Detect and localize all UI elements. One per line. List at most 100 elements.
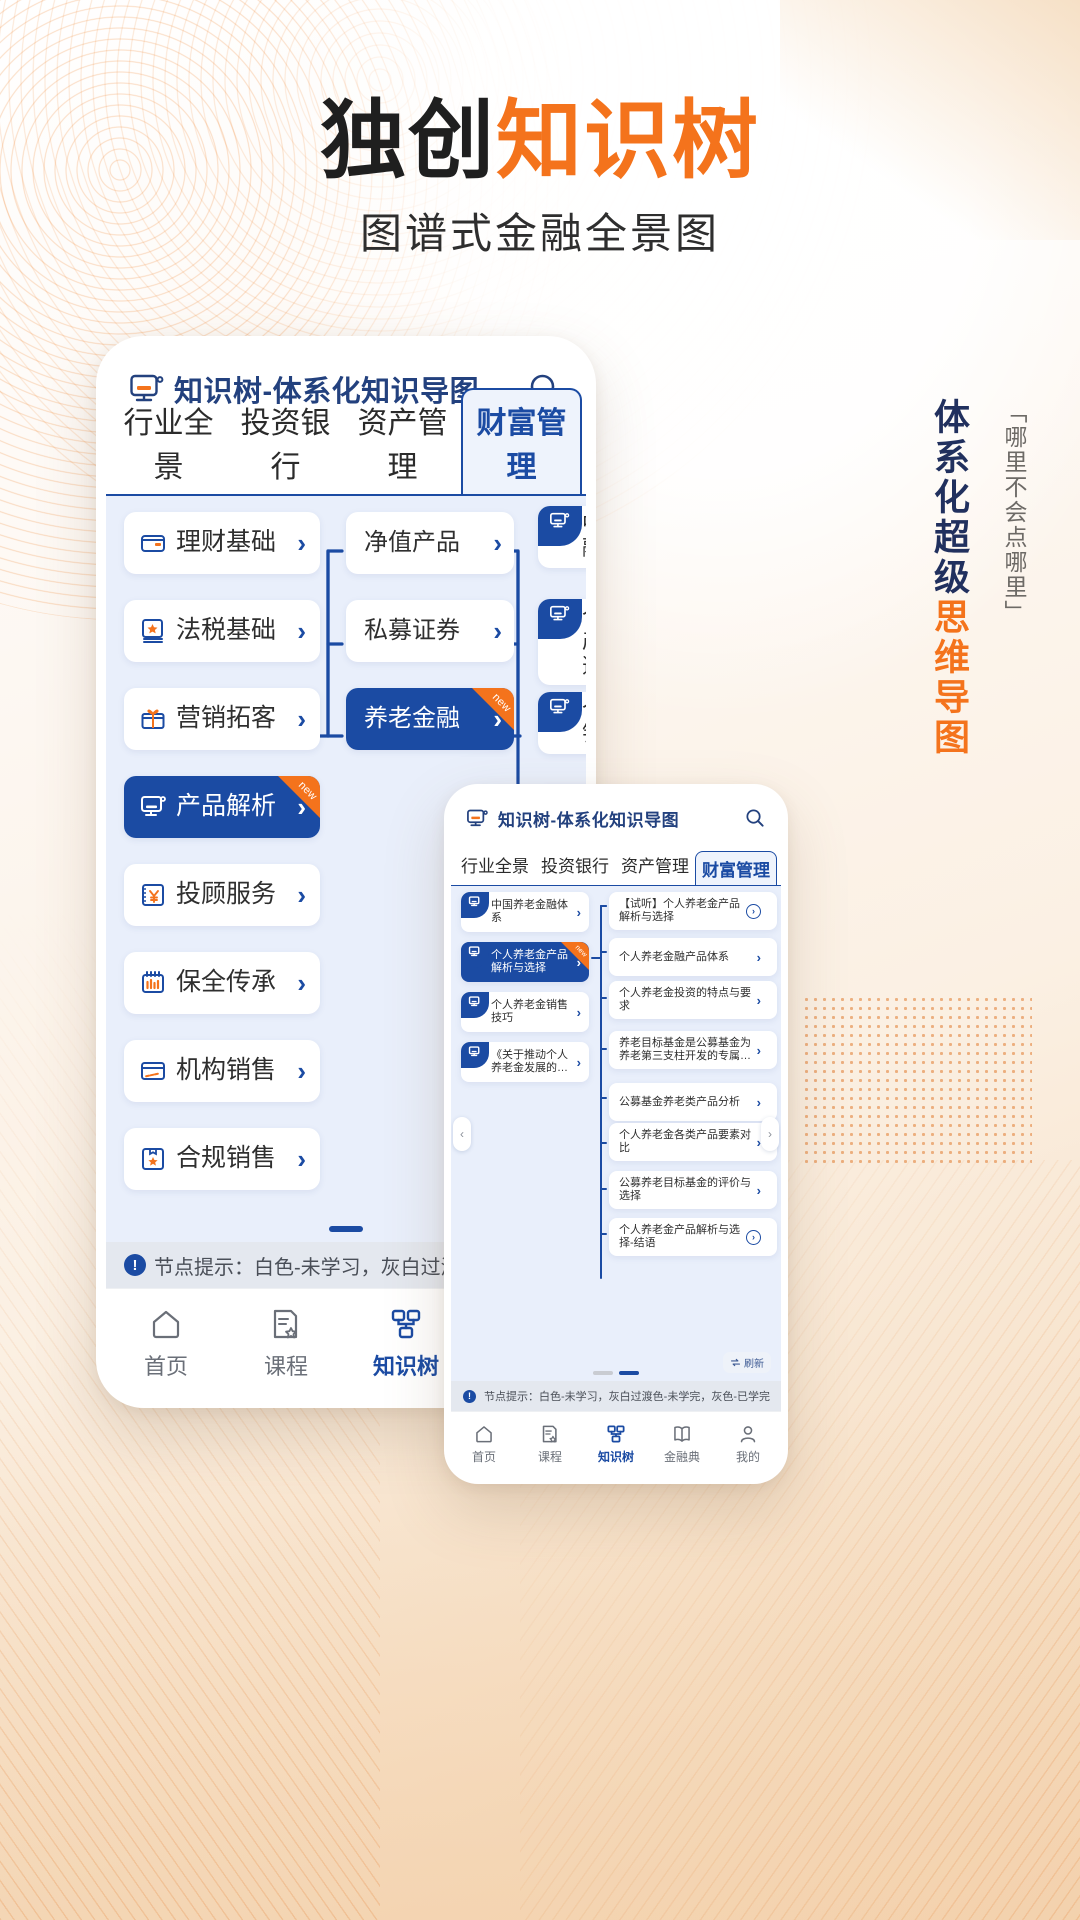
tree-node-financial-basics[interactable]: 理财基础 ›	[124, 512, 320, 574]
refresh-icon	[730, 1357, 741, 1368]
tree-leaf-conclusion[interactable]: 个人养老金产品解析与选择-结语 ›	[609, 1218, 777, 1256]
nav-item-profile[interactable]: 我的	[715, 1424, 781, 1465]
tree-node-institutional-sales[interactable]: 机构销售 ›	[124, 1040, 320, 1102]
new-badge: new	[278, 776, 320, 818]
nav-item-label: 知识树	[372, 1353, 439, 1379]
tree-node-personal-pension-product-analysis[interactable]: 个人养老金产品解析与选择 › new	[461, 942, 589, 982]
tree-node-product-analysis[interactable]: 产品解析 › new	[124, 776, 320, 838]
tab-asset-management[interactable]: 资产管理	[344, 398, 461, 494]
tab-asset-management[interactable]: 资产管理	[615, 852, 695, 885]
tree-leaf-pension-product-system[interactable]: 个人养老金融产品体系 ›	[609, 938, 777, 976]
side-quote: 「哪里不会点哪里」	[1001, 400, 1027, 625]
tree-scroll-left-button[interactable]: ‹	[453, 1116, 471, 1151]
tree-node-advisory-service[interactable]: 投顾服务 ›	[124, 864, 320, 926]
tree-node-net-value-products[interactable]: 净值产品 ›	[346, 512, 514, 574]
tree-node-label: 合规销售	[176, 1144, 277, 1173]
page-dot	[329, 1226, 363, 1232]
card-icon	[140, 1058, 166, 1084]
tab-wealth-management[interactable]: 财富管理	[461, 388, 582, 496]
nav-item-label: 我的	[735, 1450, 760, 1464]
tree-leaf-label: 【试听】个人养老金产品解析与选择	[619, 898, 740, 923]
tree-node-china-pension-system[interactable]: 中国养老金融体系 ›	[461, 892, 589, 932]
tree-leaf-pension-investment-features[interactable]: 个人养老金投资的特点与要求 ›	[609, 981, 777, 1019]
tree-node-label: 个人养老金销售技巧	[491, 999, 568, 1024]
book-star-icon	[140, 618, 166, 644]
tree-leaf-fund-evaluation-selection[interactable]: 公募养老目标基金的评价与选择 ›	[609, 1171, 777, 1209]
tv-icon	[461, 942, 489, 968]
tree-leaf-label: 公募养老目标基金的评价与选择	[619, 1177, 751, 1202]
chevron-right-icon: ›	[756, 949, 761, 965]
tree-node-preservation-inheritance[interactable]: 保全传承 ›	[124, 952, 320, 1014]
tree-node-personal-pension-sales-skills[interactable]: 个人养老金销售技巧 ›	[461, 992, 589, 1032]
tree-leaf-personal-pension-sales-skills[interactable]: 个人养老金销售技巧	[538, 692, 586, 754]
tree-leaf-label: 个人养老金融产品体系	[619, 950, 729, 963]
info-icon: !	[124, 1254, 146, 1276]
tree-leaf-label: 养老目标基金是公募基金为养老第三支柱开发的专属…	[619, 1037, 751, 1062]
book-icon	[672, 1424, 692, 1444]
tree-node-label: 理财基础	[176, 528, 277, 557]
phone2-bottom-nav: 首页 课程 知识树 金融典 我的	[451, 1411, 781, 1477]
search-icon[interactable]	[745, 808, 765, 828]
nav-item-label: 金融典	[663, 1450, 700, 1464]
tab-investment-banking[interactable]: 投资银行	[227, 398, 344, 494]
tree-node-legal-tax-basics[interactable]: 法税基础 ›	[124, 600, 320, 662]
tree-leaf-product-element-comparison[interactable]: 个人养老金各类产品要素对比 ›	[609, 1123, 777, 1161]
nav-item-label: 课程	[537, 1450, 562, 1464]
tree-node-compliance-sales[interactable]: 合规销售 ›	[124, 1128, 320, 1190]
nav-item-courses[interactable]: 课程	[226, 1307, 346, 1381]
phone1-page-indicator[interactable]	[329, 1226, 363, 1232]
tv-icon	[140, 794, 166, 820]
tree-node-pension-policy-document[interactable]: 《关于推动个人养老金发展的… ›	[461, 1042, 589, 1082]
chevron-right-icon: ›	[297, 967, 306, 998]
tree-leaf-personal-pension-product-analysis[interactable]: 个人养老金产品解析与选择	[538, 599, 586, 686]
chevron-right-icon: ›	[297, 1055, 306, 1086]
page-subtitle: 图谱式金融全景图	[359, 210, 720, 257]
tree-leaf-label: 个人养老金产品解析与选择-结语	[619, 1224, 740, 1249]
nav-item-label: 首页	[143, 1353, 188, 1379]
chevron-right-circle-icon: ›	[746, 1229, 761, 1245]
badge-star-icon	[140, 1146, 166, 1172]
nav-item-home[interactable]: 首页	[106, 1307, 226, 1381]
tree-leaf-china-pension-system[interactable]: 中国养老金融体系	[538, 506, 586, 568]
tv-icon	[538, 692, 582, 732]
chevron-right-icon: ›	[576, 904, 581, 920]
tree-node-private-securities[interactable]: 私募证券 ›	[346, 600, 514, 662]
tree-node-label: 净值产品	[364, 528, 460, 556]
nav-item-home[interactable]: 首页	[451, 1424, 517, 1465]
tab-investment-banking[interactable]: 投资银行	[535, 852, 615, 885]
tree-scroll-right-button[interactable]: ›	[761, 1116, 779, 1151]
tv-icon	[461, 992, 489, 1018]
tree-leaf-trial-product-analysis[interactable]: 【试听】个人养老金产品解析与选择 ›	[609, 892, 777, 930]
tree-node-marketing[interactable]: 营销拓客 ›	[124, 688, 320, 750]
background-dot-grid	[802, 995, 1032, 1165]
nav-item-label: 首页	[471, 1450, 496, 1464]
tab-industry-overview[interactable]: 行业全景	[110, 398, 227, 494]
tree-icon	[389, 1307, 423, 1341]
phone2-hint-bar: ! 节点提示：白色-未学习，灰白过渡色-未学完，灰色-已学完	[451, 1381, 781, 1411]
phone2-app-header: 知识树-体系化知识导图	[451, 791, 781, 845]
phone2-page-indicator[interactable]	[593, 1371, 639, 1375]
info-icon: !	[463, 1389, 476, 1403]
tv-icon	[461, 892, 489, 918]
tv-icon	[538, 599, 582, 639]
nav-item-knowledge-tree[interactable]: 知识树	[583, 1424, 649, 1465]
chevron-right-icon: ›	[756, 1042, 761, 1058]
tab-industry-overview[interactable]: 行业全景	[455, 852, 535, 885]
tree-node-label: 保全传承	[176, 968, 277, 997]
new-badge-label: new	[295, 779, 320, 803]
nav-item-courses[interactable]: 课程	[517, 1424, 583, 1465]
tab-wealth-management[interactable]: 财富管理	[695, 851, 777, 887]
bar-chart-icon	[140, 970, 166, 996]
tree-leaf-public-fund-pension-products[interactable]: 公募基金养老类产品分析 ›	[609, 1083, 777, 1121]
tree-icon	[606, 1424, 626, 1444]
tv-icon	[461, 1042, 489, 1068]
side-vertical-headline-navy: 体系化超级	[929, 398, 970, 598]
tree-leaf-target-date-funds[interactable]: 养老目标基金是公募基金为养老第三支柱开发的专属… ›	[609, 1031, 777, 1069]
nav-item-finance-dictionary[interactable]: 金融典	[649, 1424, 715, 1465]
refresh-button[interactable]: 刷新	[723, 1352, 771, 1373]
tree-node-pension-finance[interactable]: 养老金融 › new	[346, 688, 514, 750]
phone2-knowledge-tree[interactable]: 中国养老金融体系 › 个人养老金产品解析与选择 › new 个人养老金销售技巧 …	[451, 885, 781, 1381]
new-badge: new	[561, 942, 589, 970]
phone2-title-group: 知识树-体系化知识导图	[467, 806, 679, 831]
chevron-right-icon: ›	[297, 1143, 306, 1174]
